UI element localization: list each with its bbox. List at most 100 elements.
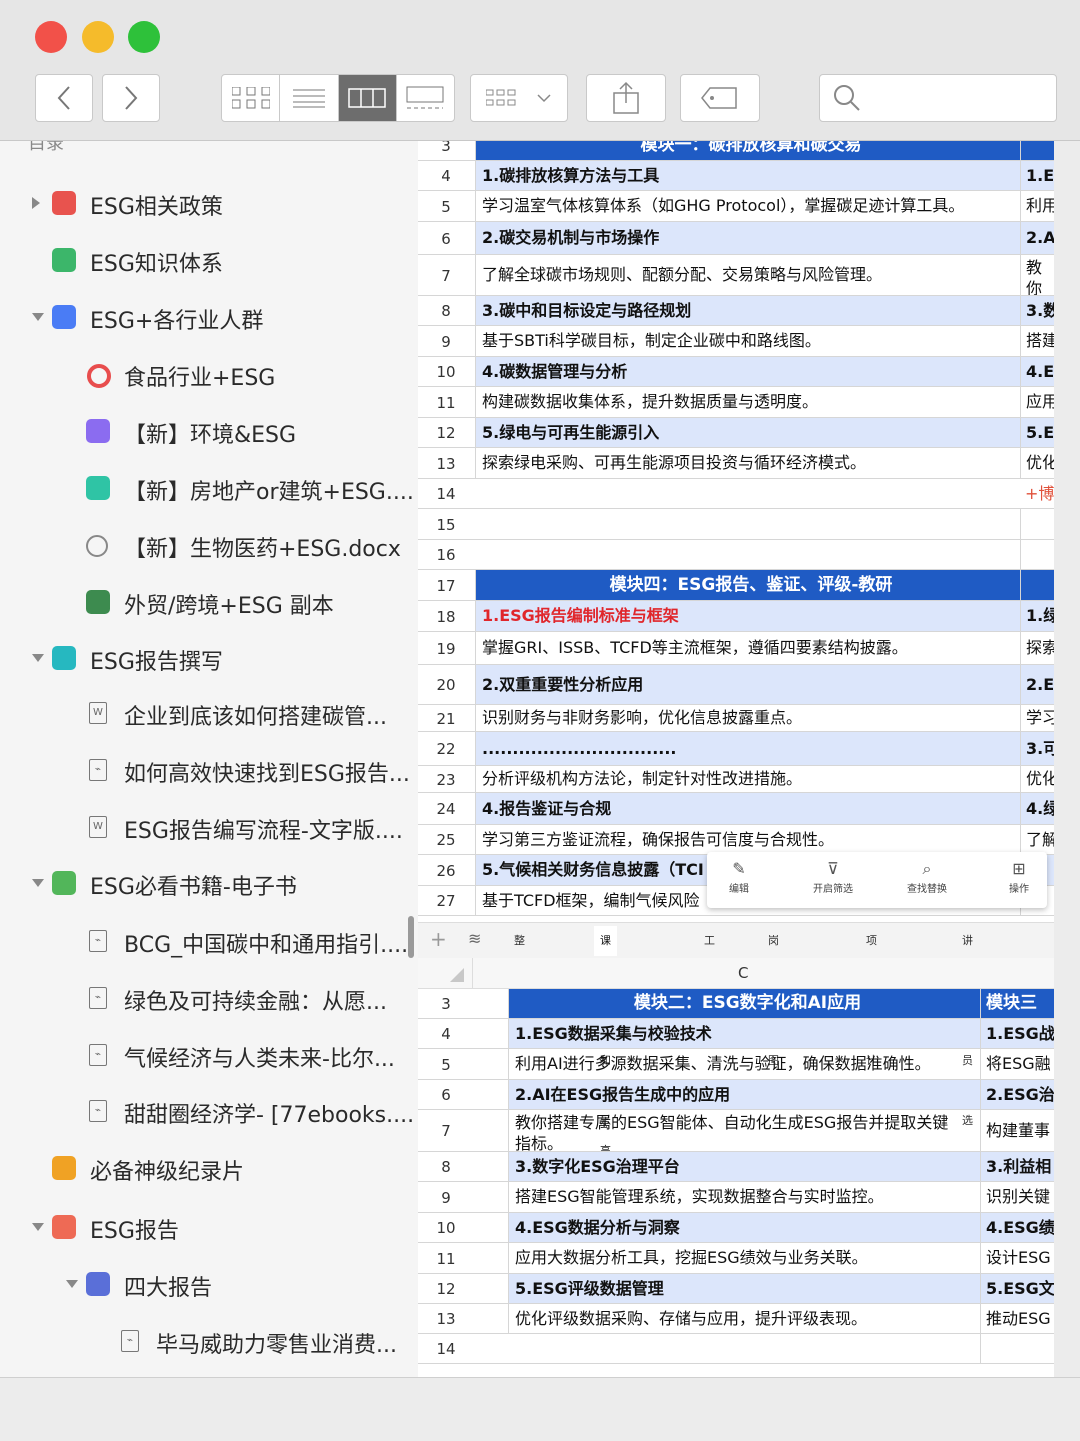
table-row[interactable]: 21 识别财务与非财务影响，优化信息披露重点。学习	[418, 705, 1054, 732]
table-row[interactable]: 8 3.数字化ESG治理平台 3.利益相	[418, 1152, 1054, 1182]
cell-b[interactable]: 优化	[1020, 448, 1054, 478]
select-all-corner[interactable]	[450, 968, 464, 982]
sidebar-item[interactable]: 【新】房地产or建筑+ESG....	[0, 468, 418, 508]
table-row[interactable]: 5 利用AI进行多源数据采集、清洗与验证，确保数据准确性。 将ESG融	[418, 1049, 1054, 1080]
sidebar-item[interactable]: ⌁ BCG_中国碳中和通用指引....	[0, 921, 418, 961]
cell-b[interactable]: 设计ESG	[980, 1243, 1054, 1273]
cell-a[interactable]: 学习第三方鉴证流程，确保报告可信度与合规性。	[475, 825, 1020, 854]
disclosure-open-icon[interactable]	[66, 1280, 78, 1288]
sidebar-item[interactable]: ESG必看书籍-电子书	[0, 863, 418, 903]
find-replace-action[interactable]: ⌕ 查找替换	[897, 858, 957, 895]
cell-b[interactable]: 将ESG融	[980, 1049, 1054, 1079]
cell-a[interactable]: 5.绿电与可再生能源引入	[475, 418, 1020, 447]
disclosure-open-icon[interactable]	[32, 1223, 44, 1231]
cell-a[interactable]: 探索绿电采购、可再生能源项目投资与循环经济模式。	[475, 448, 1020, 478]
cell-b[interactable]: 2.ES	[1020, 665, 1054, 704]
table-row[interactable]: 15	[418, 509, 1054, 540]
sheets-menu-icon[interactable]: ≋	[468, 929, 481, 948]
table-row[interactable]: 16	[418, 540, 1054, 570]
cell-a[interactable]: 学习温室气体核算体系（如GHG Protocol），掌握碳足迹计算工具。	[475, 191, 1020, 221]
sidebar-item[interactable]: W 企业到底该如何搭建碳管...	[0, 693, 418, 733]
sidebar-item[interactable]: 食品行业+ESG	[0, 354, 418, 394]
table-row[interactable]: 3 模块一：碳排放核算和碳交易	[418, 141, 1054, 161]
sidebar-item[interactable]: ⌁ 绿色及可持续金融：从愿...	[0, 978, 418, 1018]
icon-view-button[interactable]	[222, 75, 281, 121]
sheet-tab[interactable]: 项目执行计划	[860, 926, 883, 1097]
cell-a[interactable]: 模块四：ESG报告、鉴证、评级-教研	[475, 570, 1020, 600]
sidebar-item[interactable]: ESG+各行业人群	[0, 297, 418, 337]
cell-b[interactable]: 3.数	[1020, 296, 1054, 325]
cell-a[interactable]	[475, 509, 1020, 539]
sidebar-item[interactable]: ESG知识体系	[0, 240, 418, 280]
cell-a[interactable]: ................................	[475, 732, 1020, 765]
zoom-window-button[interactable]	[128, 21, 160, 53]
tags-button[interactable]	[680, 74, 760, 122]
disclosure-open-icon[interactable]	[32, 654, 44, 662]
cell-b[interactable]	[1020, 509, 1054, 539]
cell-a[interactable]: 掌握GRI、ISSB、TCFD等主流框架，遵循四要素结构披露。	[475, 632, 1020, 664]
sidebar-item[interactable]: 外贸/跨境+ESG 副本	[0, 582, 418, 622]
cell-b[interactable]: 1.绿	[1020, 601, 1054, 631]
cell-b[interactable]: 搭建	[1020, 326, 1054, 356]
sidebar-item[interactable]: 【新】生物医药+ESG.docx	[0, 525, 418, 565]
table-row[interactable]: 7 教你搭建专属的ESG智能体、自动化生成ESG报告并提取关键 指标。 构建董事	[418, 1110, 1054, 1152]
table-row[interactable]: 25 学习第三方鉴证流程，确保报告可信度与合规性。了解	[418, 825, 1054, 855]
cell-b[interactable]: 4.绿	[1020, 793, 1054, 824]
sidebar-item[interactable]: ⌁ 甜甜圈经济学- [77ebooks....	[0, 1091, 418, 1131]
gallery-view-button[interactable]	[397, 75, 454, 121]
sheet-tab[interactable]: 课程大纲和搭乐高	[594, 926, 617, 1157]
table-row[interactable]: 4 1.ESG数据采集与校验技术 1.ESG战	[418, 1019, 1054, 1049]
cell-a[interactable]: 4.碳数据管理与分析	[475, 357, 1020, 386]
cell-a[interactable]	[475, 479, 1020, 508]
sidebar-item[interactable]: ⌁ 气候经济与人类未来-比尔...	[0, 1035, 418, 1075]
cell-a[interactable]: 1.ESG报告编制标准与框架	[475, 601, 1020, 631]
cell-b[interactable]: 2.AI	[1020, 222, 1054, 254]
sidebar-scrollbar[interactable]	[408, 916, 414, 958]
table-row[interactable]: 6 2.AI在ESG报告生成中的应用 2.ESG治	[418, 1080, 1054, 1110]
cell-b[interactable]: 构建董事	[980, 1110, 1054, 1151]
table-row[interactable]: 11 应用大数据分析工具，挖掘ESG绩效与业务关联。 设计ESG	[418, 1243, 1054, 1274]
cell-a[interactable]: 2.AI在ESG报告生成中的应用	[508, 1080, 980, 1109]
sidebar-item[interactable]: ⌁ 毕马威助力零售业消费...	[0, 1321, 418, 1361]
search-field[interactable]	[819, 74, 1057, 122]
sheet-tab[interactable]: 工作表1	[698, 926, 721, 1037]
sidebar-item[interactable]: 四大报告	[0, 1264, 418, 1304]
cell-b[interactable]: 5.ESG文	[980, 1274, 1054, 1303]
filter-action[interactable]: ⊽ 开启筛选	[803, 858, 863, 895]
cell-b[interactable]	[980, 1334, 1054, 1363]
cell-a[interactable]: 模块一：碳排放核算和碳交易	[475, 141, 1020, 160]
table-row[interactable]: 19 掌握GRI、ISSB、TCFD等主流框架，遵循四要素结构披露。探索	[418, 632, 1054, 665]
sidebar-item[interactable]: ESG报告	[0, 1207, 418, 1247]
table-row[interactable]: 18 1.ESG报告编制标准与框架1.绿	[418, 601, 1054, 632]
cell-a[interactable]: 4.ESG数据分析与洞察	[508, 1213, 980, 1242]
table-row[interactable]: 24 4.报告鉴证与合规4.绿	[418, 793, 1054, 825]
table-row[interactable]: 14	[418, 1334, 1054, 1364]
cell-b[interactable]: 推动ESG	[980, 1304, 1054, 1333]
table-row[interactable]: 10 4.碳数据管理与分析4.ES	[418, 357, 1054, 387]
table-row[interactable]: 4 1.碳排放核算方法与工具1.ES	[418, 161, 1054, 191]
cell-b[interactable]: 识别关键	[980, 1182, 1054, 1212]
add-sheet-icon[interactable]: +	[430, 927, 447, 951]
cell-a[interactable]: 4.报告鉴证与合规	[475, 793, 1020, 824]
sidebar-item[interactable]: ⌁ 如何高效快速找到ESG报告...	[0, 750, 418, 790]
cell-a[interactable]: 利用AI进行多源数据采集、清洗与验证，确保数据准确性。	[508, 1049, 980, 1079]
cell-b[interactable]: 学习	[1020, 705, 1054, 731]
sidebar-item[interactable]: W ESG报告编写流程-文字版....	[0, 807, 418, 847]
sidebar-item[interactable]: 必备神级纪录片	[0, 1148, 418, 1188]
cell-b[interactable]: 应用	[1020, 387, 1054, 417]
cell-b[interactable]: 探索	[1020, 632, 1054, 664]
cell-a[interactable]: 2.双重重要性分析应用	[475, 665, 1020, 704]
table-row[interactable]: 11 构建碳数据收集体系，提升数据质量与透明度。应用	[418, 387, 1054, 418]
forward-button[interactable]	[102, 74, 160, 122]
table-row[interactable]: 22................................3.可	[418, 732, 1054, 766]
table-row[interactable]: 12 5.ESG评级数据管理 5.ESG文	[418, 1274, 1054, 1304]
table-row[interactable]: 20 2.双重重要性分析应用2.ES	[418, 665, 1054, 705]
cell-a[interactable]: 3.碳中和目标设定与路径规划	[475, 296, 1020, 325]
disclosure-open-icon[interactable]	[32, 879, 44, 887]
sidebar-item[interactable]: ESG相关政策	[0, 183, 418, 223]
cell-b[interactable]: 1.ES	[1020, 161, 1054, 190]
cell-b[interactable]: 1.ESG战	[980, 1019, 1054, 1048]
table-row[interactable]: 13 优化评级数据采购、存储与应用，提升评级表现。 推动ESG	[418, 1304, 1054, 1334]
cell-a[interactable]: 应用大数据分析工具，挖掘ESG绩效与业务关联。	[508, 1243, 980, 1273]
table-row[interactable]: 9 搭建ESG智能管理系统，实现数据整合与实时监控。 识别关键	[418, 1182, 1054, 1213]
